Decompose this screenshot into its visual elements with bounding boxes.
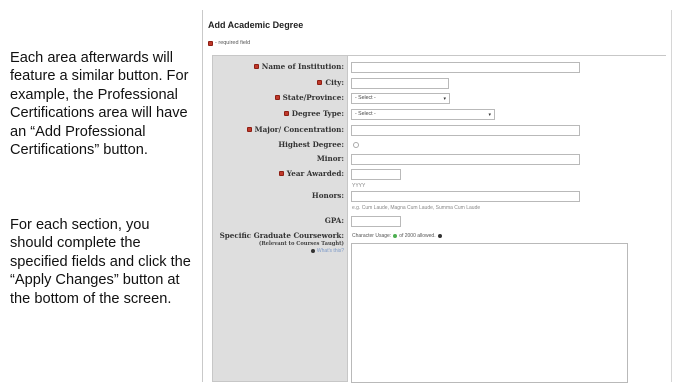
field-column: - Select - ▾ - Select - ▾ YYYY e.g. Cum … (348, 55, 666, 383)
required-field-note-text: - required field (215, 40, 251, 46)
gpa-label: GPA: (211, 216, 347, 225)
info-icon (437, 234, 442, 238)
city-input[interactable] (351, 78, 449, 89)
label-column: Name of Institution: City: State/Provinc… (212, 55, 348, 382)
character-usage-prefix: Character Usage: (352, 233, 392, 239)
required-field-note: - required field (208, 40, 250, 46)
info-icon (310, 249, 315, 253)
coursework-label-text: Specific Graduate Coursework: (219, 231, 344, 240)
degree-type-label-text: Degree Type: (291, 109, 344, 118)
highest-degree-checkbox[interactable] (353, 142, 359, 148)
required-marker-icon (317, 80, 323, 85)
instructions-paragraph-1: Each area afterwards will feature a simi… (10, 50, 189, 159)
required-marker-icon (246, 127, 252, 132)
state-select[interactable]: - Select - ▾ (351, 93, 450, 104)
year-awarded-label: Year Awarded: (211, 169, 347, 178)
instructions-paragraph-2: For each section, you should complete th… (10, 217, 191, 307)
year-awarded-hint: YYYY (352, 183, 366, 189)
required-marker-icon (278, 171, 284, 176)
city-label-text: City: (325, 78, 344, 87)
state-label: State/Province: (211, 93, 347, 102)
minor-label-text: Minor: (316, 154, 344, 163)
required-marker-icon (208, 40, 213, 46)
degree-type-select[interactable]: - Select - ▾ (351, 109, 495, 120)
institution-label: Name of Institution: (211, 62, 347, 71)
form-title: Add Academic Degree (208, 20, 304, 30)
coursework-label: Specific Graduate Coursework: (211, 231, 347, 240)
major-label-text: Major/ Concentration: (254, 125, 344, 134)
character-usage-suffix: of 2000 allowed. (399, 233, 436, 239)
institution-input[interactable] (351, 62, 580, 73)
required-marker-icon (253, 64, 259, 69)
degree-type-select-value: - Select - (355, 111, 376, 117)
gpa-label-text: GPA: (324, 216, 344, 225)
minor-input[interactable] (351, 154, 580, 165)
degree-type-label: Degree Type: (211, 109, 347, 118)
coursework-sublabel: (Relevant to Courses Taught) (258, 241, 344, 247)
chevron-down-icon: ▾ (488, 112, 491, 118)
add-academic-degree-form: Add Academic Degree - required field Nam… (202, 10, 672, 383)
whats-this-text[interactable]: What's this? (317, 248, 344, 254)
minor-label: Minor: (211, 154, 347, 163)
year-awarded-input[interactable] (351, 169, 401, 180)
year-awarded-label-text: Year Awarded: (286, 169, 344, 178)
highest-degree-label-text: Highest Degree: (278, 140, 344, 149)
honors-hint: e.g. Cum Laude, Magna Cum Laude, Summa C… (352, 205, 481, 211)
instructions-text: Each area afterwards will feature a simi… (10, 49, 195, 307)
gpa-input[interactable] (351, 216, 401, 227)
character-usage: Character Usage: of 2000 allowed. (352, 233, 442, 239)
honors-label-text: Honors: (311, 191, 344, 200)
state-label-text: State/Province: (282, 93, 344, 102)
state-select-value: - Select - (355, 95, 376, 101)
status-ok-icon (393, 234, 398, 238)
major-input[interactable] (351, 125, 580, 136)
required-marker-icon (274, 95, 280, 100)
major-label: Major/ Concentration: (211, 125, 347, 134)
coursework-textarea[interactable] (351, 243, 628, 383)
whats-this-link[interactable]: What's this? (310, 248, 344, 254)
institution-label-text: Name of Institution: (261, 62, 344, 71)
required-marker-icon (283, 111, 289, 116)
honors-input[interactable] (351, 191, 580, 202)
highest-degree-label: Highest Degree: (211, 140, 347, 149)
honors-label: Honors: (211, 191, 347, 200)
city-label: City: (211, 78, 347, 87)
chevron-down-icon: ▾ (443, 96, 446, 102)
